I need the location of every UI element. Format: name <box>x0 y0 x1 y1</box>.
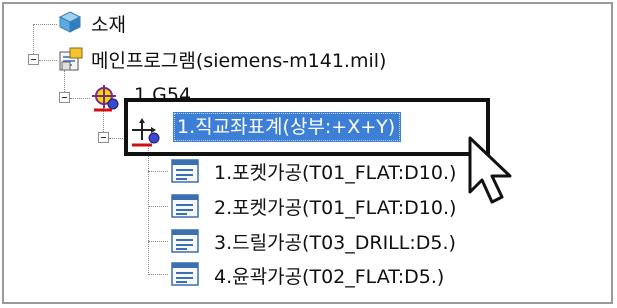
tree-item-label: 2.포켓가공(T01_FLAT:D10.) <box>214 197 457 219</box>
toolpath-icon <box>171 229 199 253</box>
tree-item-label-selected: 1.직교좌표계(상부:+X+Y) <box>173 112 402 142</box>
tree-item-label: 1.포켓가공(T01_FLAT:D10.) <box>214 162 457 184</box>
tree-connector <box>148 171 168 172</box>
tree-item-label: 3.드릴가공(T03_DRILL:D5.) <box>214 232 456 254</box>
toolpath-icon <box>171 262 199 286</box>
origin-target-icon <box>92 85 119 112</box>
tree-item-label: 메인프로그램(siemens-m141.mil) <box>91 50 387 72</box>
collapse-toggle-program[interactable] <box>28 54 39 65</box>
tree-connector <box>39 60 57 61</box>
tree-connector <box>33 24 57 25</box>
toolpath-icon <box>171 159 199 183</box>
toolpath-icon <box>171 194 199 218</box>
mouse-pointer-icon <box>468 136 512 204</box>
tree-item-label: 4.윤곽가공(T02_FLAT:D5.) <box>214 266 445 288</box>
coordinate-system-icon <box>132 118 160 147</box>
tree-connector <box>148 241 168 242</box>
tree-connector <box>148 146 149 273</box>
tree-connector <box>70 98 90 99</box>
tree-connector <box>148 206 168 207</box>
tree-connector <box>148 274 168 275</box>
program-icon <box>59 47 83 71</box>
collapse-toggle-origin[interactable] <box>59 92 70 103</box>
cube-icon <box>58 11 82 33</box>
tree-item-label: 소재 <box>91 14 126 36</box>
collapse-toggle-coord[interactable] <box>98 132 109 143</box>
